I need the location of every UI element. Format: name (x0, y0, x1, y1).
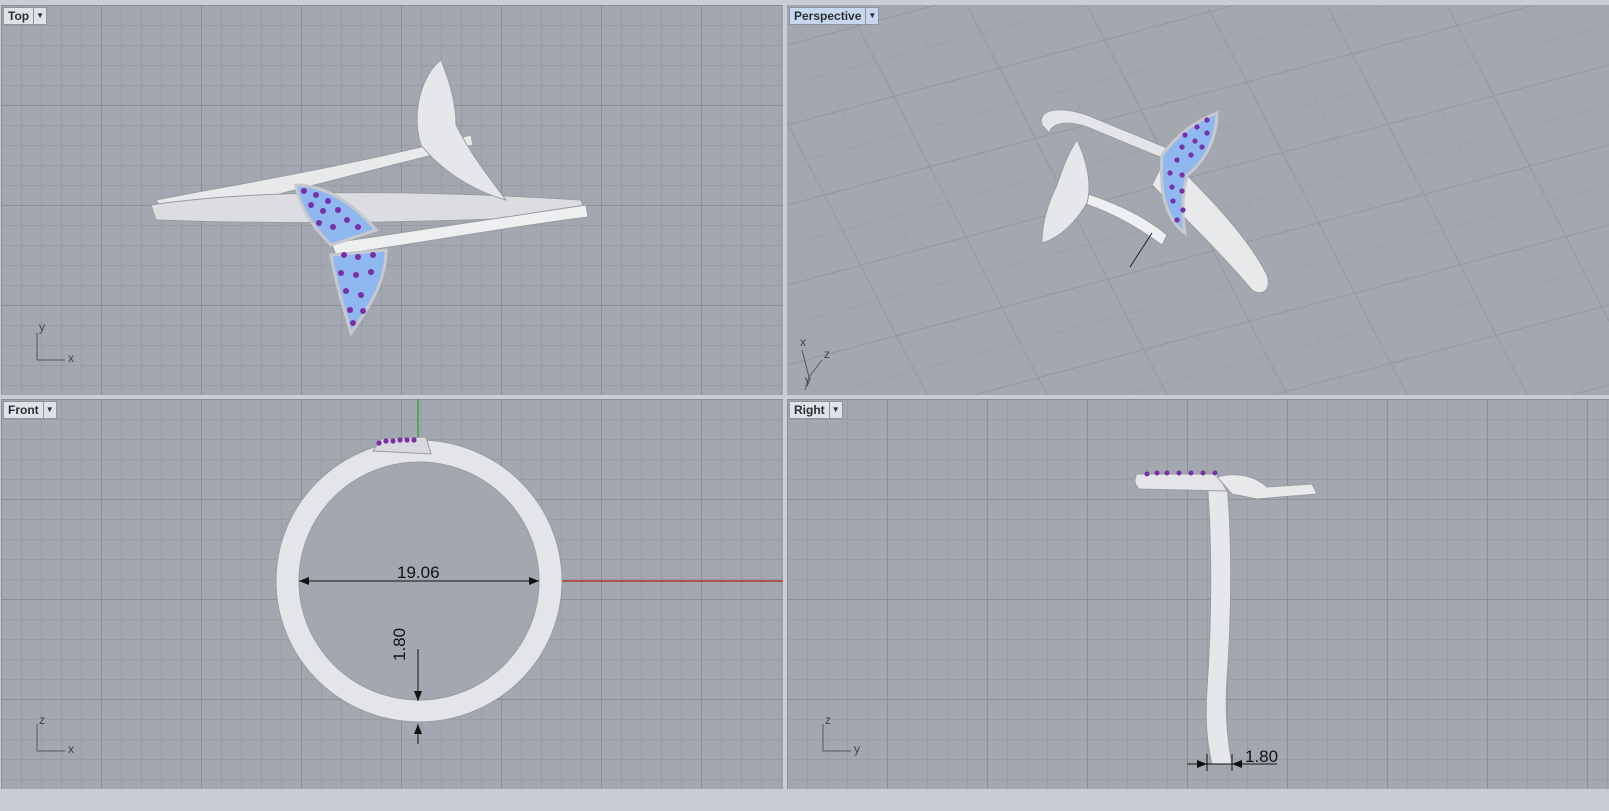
axis-label-x: x (68, 351, 74, 365)
dropdown-arrow-icon[interactable]: ▼ (33, 8, 46, 24)
axis-label-z: z (824, 347, 830, 361)
dropdown-arrow-icon[interactable]: ▼ (865, 8, 878, 24)
axis-label-y: y (39, 320, 45, 334)
axis-gizmo-icon (36, 333, 65, 361)
perspective-view-canvas (787, 5, 1609, 395)
dimension-band-width[interactable]: 1.80 (1245, 747, 1278, 767)
dimension-band-thickness[interactable]: 1.80 (390, 628, 410, 661)
viewport-top[interactable]: y x Top ▼ (1, 5, 783, 395)
axis-label-x: x (68, 742, 74, 756)
axis-label-y: y (805, 373, 811, 387)
viewport-perspective[interactable]: x z y Perspective ▼ (787, 5, 1609, 395)
viewport-title-perspective[interactable]: Perspective ▼ (789, 7, 880, 25)
viewport-title-right[interactable]: Right ▼ (789, 401, 843, 419)
viewport-front[interactable]: 19.06 1.80 z x Front ▼ (1, 399, 783, 789)
front-view-canvas (36, 399, 783, 752)
right-view-canvas (822, 470, 1318, 771)
viewport-right[interactable]: 1.80 z y Right ▼ (787, 399, 1609, 789)
dropdown-arrow-icon[interactable]: ▼ (42, 402, 56, 418)
axis-label-y: y (854, 742, 860, 756)
dropdown-arrow-icon[interactable]: ▼ (828, 402, 842, 418)
viewport-title-label: Perspective (794, 9, 862, 23)
dimension-inner-diameter[interactable]: 19.06 (397, 563, 440, 583)
axis-label-z: z (825, 713, 831, 727)
viewport-title-top[interactable]: Top ▼ (3, 7, 48, 25)
viewport-title-label: Front (8, 403, 39, 417)
viewport-title-label: Right (794, 403, 825, 417)
axis-label-z: z (39, 713, 45, 727)
viewport-title-front[interactable]: Front ▼ (3, 401, 57, 419)
axis-label-x: x (800, 335, 806, 349)
viewport-title-label: Top (8, 9, 30, 23)
